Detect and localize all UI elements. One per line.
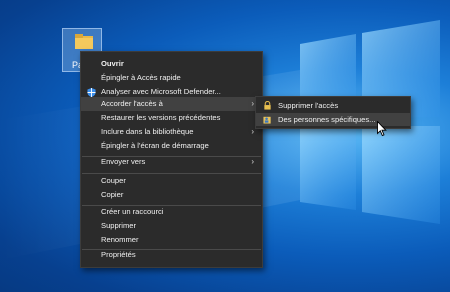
menu-item-label: Restaurer les versions précédentes bbox=[101, 113, 221, 122]
context-menu: Ouvrir Épingler à Accès rapide Analyser … bbox=[80, 51, 263, 268]
menu-item-envoyer-vers[interactable]: Envoyer vers › bbox=[81, 155, 262, 169]
menu-item-label: Épingler à l'écran de démarrage bbox=[101, 141, 209, 150]
menu-item-label: Accorder l'accès à bbox=[101, 99, 163, 108]
menu-item-ouvrir[interactable]: Ouvrir bbox=[81, 57, 262, 71]
menu-item-label: Renommer bbox=[101, 235, 139, 244]
folder-icon bbox=[75, 34, 93, 49]
share-submenu: Supprimer l'accès Des personnes spécifiq… bbox=[255, 96, 411, 129]
menu-item-label: Envoyer vers bbox=[101, 157, 146, 166]
submenu-item-label: Des personnes spécifiques... bbox=[278, 115, 376, 124]
menu-item-accorder-acces[interactable]: Accorder l'accès à › bbox=[81, 97, 262, 111]
users-icon bbox=[263, 116, 271, 124]
menu-item-label: Couper bbox=[101, 176, 126, 185]
menu-item-copier[interactable]: Copier bbox=[81, 188, 262, 202]
menu-item-epingler-acces-rapide[interactable]: Épingler à Accès rapide bbox=[81, 71, 262, 85]
submenu-item-supprimer-acces[interactable]: Supprimer l'accès bbox=[256, 99, 410, 112]
menu-item-label: Créer un raccourci bbox=[101, 207, 164, 216]
menu-item-creer-raccourci[interactable]: Créer un raccourci bbox=[81, 205, 262, 219]
mouse-cursor-icon bbox=[377, 121, 387, 137]
menu-item-renommer[interactable]: Renommer bbox=[81, 233, 262, 247]
menu-item-label: Épingler à Accès rapide bbox=[101, 73, 181, 82]
chevron-right-icon: › bbox=[251, 99, 254, 108]
chevron-right-icon: › bbox=[251, 157, 254, 166]
menu-item-epingler-demarrage[interactable]: Épingler à l'écran de démarrage bbox=[81, 139, 262, 153]
menu-item-couper[interactable]: Couper bbox=[81, 174, 262, 188]
menu-item-label: Analyser avec Microsoft Defender... bbox=[101, 87, 221, 96]
menu-item-label: Ouvrir bbox=[101, 59, 124, 68]
menu-item-label: Inclure dans la bibliothèque bbox=[101, 127, 194, 136]
menu-item-label: Propriétés bbox=[101, 250, 136, 259]
menu-item-inclure-bibliotheque[interactable]: Inclure dans la bibliothèque › bbox=[81, 125, 262, 139]
menu-item-supprimer[interactable]: Supprimer bbox=[81, 219, 262, 233]
menu-item-label: Supprimer bbox=[101, 221, 137, 230]
submenu-item-label: Supprimer l'accès bbox=[278, 101, 339, 110]
defender-shield-icon bbox=[87, 88, 96, 97]
menu-item-proprietes[interactable]: Propriétés bbox=[81, 248, 262, 262]
menu-item-label: Copier bbox=[101, 190, 124, 199]
chevron-right-icon: › bbox=[251, 127, 254, 136]
menu-item-restaurer-versions[interactable]: Restaurer les versions précédentes bbox=[81, 111, 262, 125]
lock-icon bbox=[264, 101, 271, 110]
